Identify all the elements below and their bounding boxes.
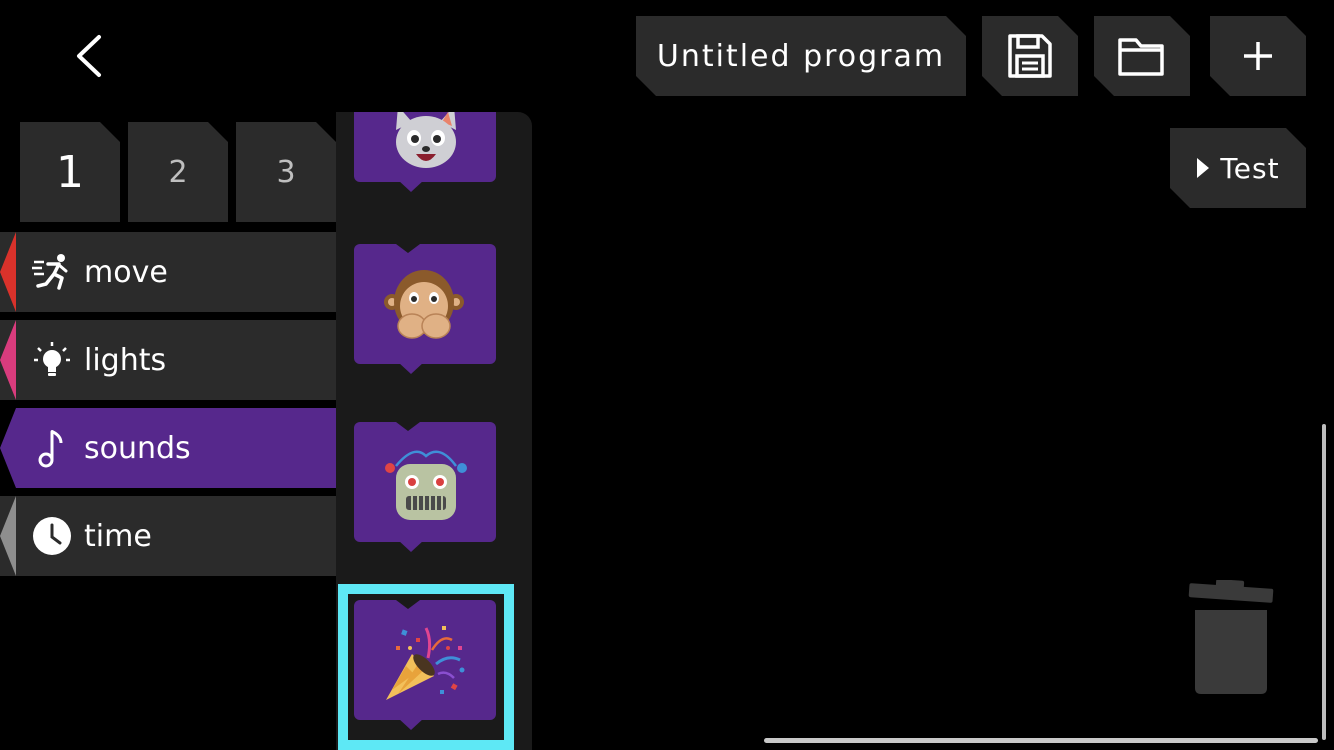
category-label: lights xyxy=(84,342,167,378)
horizontal-scrollbar[interactable] xyxy=(764,738,1318,743)
new-program-button[interactable] xyxy=(1210,16,1306,96)
party-popper-icon xyxy=(386,626,465,700)
category-label: move xyxy=(84,254,168,290)
lightbulb-icon xyxy=(32,340,72,380)
page-tab-2[interactable]: 2 xyxy=(128,122,228,222)
back-button[interactable] xyxy=(60,26,120,86)
block-connector xyxy=(398,718,424,730)
palette-block-robot[interactable] xyxy=(354,422,496,554)
block-connector xyxy=(398,180,424,192)
block-connector xyxy=(398,540,424,552)
test-button[interactable]: Test xyxy=(1170,128,1306,208)
folder-icon xyxy=(1116,32,1168,80)
trash-can[interactable] xyxy=(1186,579,1276,696)
category-move[interactable]: move xyxy=(0,232,336,312)
clock-icon xyxy=(32,516,72,556)
category-label: time xyxy=(84,518,152,554)
page-tab-label: 1 xyxy=(56,146,84,198)
running-person-icon xyxy=(32,252,72,292)
category-time[interactable]: time xyxy=(0,496,336,576)
category-color-stripe xyxy=(0,496,16,576)
open-button[interactable] xyxy=(1094,16,1190,96)
speak-no-evil-monkey-icon xyxy=(384,270,464,339)
play-triangle-icon xyxy=(1196,157,1210,179)
robot-face-icon xyxy=(385,450,467,520)
test-button-label: Test xyxy=(1220,151,1280,185)
page-tab-label: 3 xyxy=(276,154,296,190)
page-tab-3[interactable]: 3 xyxy=(236,122,336,222)
block-connector xyxy=(398,362,424,374)
vertical-scrollbar[interactable] xyxy=(1322,424,1326,740)
block-palette[interactable] xyxy=(336,112,532,750)
trash-can-icon xyxy=(1188,579,1274,694)
category-color-stripe xyxy=(0,232,16,312)
category-sounds[interactable]: sounds xyxy=(0,408,336,488)
save-button[interactable] xyxy=(982,16,1078,96)
floppy-disk-icon xyxy=(1006,32,1054,80)
page-tab-1[interactable]: 1 xyxy=(20,122,120,222)
cat-face-icon xyxy=(396,112,456,168)
music-note-icon xyxy=(32,428,72,468)
program-title: Untitled program xyxy=(656,38,946,74)
palette-block-monkey[interactable] xyxy=(354,244,496,376)
plus-icon xyxy=(1240,38,1276,74)
category-lights[interactable]: lights xyxy=(0,320,336,400)
category-label: sounds xyxy=(84,430,191,466)
category-color-stripe xyxy=(0,320,16,400)
program-title-button[interactable]: Untitled program xyxy=(636,16,966,96)
palette-block-party-popper[interactable] xyxy=(354,600,496,732)
palette-block-cat[interactable] xyxy=(354,112,496,194)
page-tab-label: 2 xyxy=(168,154,188,190)
chevron-left-icon xyxy=(77,35,101,77)
